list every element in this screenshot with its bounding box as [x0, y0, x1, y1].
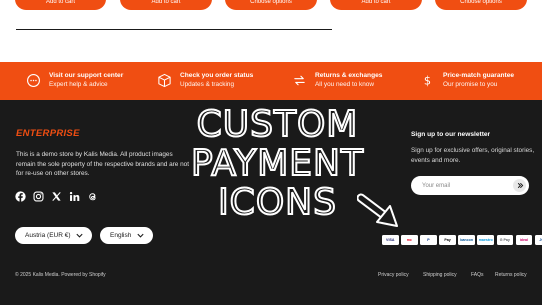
- overlay-line: ICONS: [217, 182, 337, 223]
- product-grid-section: Add to cart Add to cart Choose options A…: [0, 0, 542, 62]
- payment-card-icon: ideal: [515, 235, 533, 245]
- choose-options-button[interactable]: Choose options: [435, 0, 527, 10]
- payment-card-icon: bancon: [458, 235, 475, 245]
- dollar-icon: $: [419, 73, 435, 89]
- country-select[interactable]: Austria (EUR €): [15, 227, 92, 244]
- facebook-icon[interactable]: [15, 191, 26, 202]
- payment-icons: VISAmcPPaybanconmaestroG PayidealJCB: [382, 235, 542, 245]
- copyright-text: © 2025 Kalis Media. Powered by Shopify: [15, 272, 106, 278]
- language-select[interactable]: English: [100, 227, 153, 244]
- feature-title: Check you order status: [180, 72, 254, 79]
- linkedin-icon[interactable]: [69, 191, 80, 202]
- chevron-down-icon: [136, 231, 145, 242]
- add-to-cart-button[interactable]: Add to cart: [330, 0, 422, 10]
- feature-subtitle: Our promise to you: [443, 81, 498, 88]
- feature-returns[interactable]: Returns & exchanges All you need to know: [291, 71, 382, 90]
- returns-icon: [291, 73, 307, 89]
- payment-card-icon: G Pay: [496, 235, 514, 245]
- box-icon: [156, 73, 172, 89]
- social-links: [15, 191, 98, 202]
- payment-card-icon: VISA: [382, 235, 399, 245]
- newsletter-title: Sign up to our newsletter: [411, 131, 491, 138]
- feature-order-status[interactable]: Check you order status Updates & trackin…: [156, 71, 253, 90]
- feature-subtitle: Expert help & advice: [49, 81, 108, 88]
- x-icon[interactable]: [51, 191, 62, 202]
- privacy-policy-link[interactable]: Privacy policy: [378, 272, 409, 278]
- chevron-down-icon: [75, 231, 84, 242]
- overlay-line: PAYMENT: [190, 143, 364, 184]
- payment-card-icon: JCB: [534, 235, 542, 245]
- feature-subtitle: Updates & tracking: [180, 81, 234, 88]
- brand-logo[interactable]: ENTERPRISE: [16, 128, 80, 139]
- payment-card-icon: maestro: [477, 235, 494, 245]
- add-to-cart-button[interactable]: Add to cart: [120, 0, 212, 10]
- payment-card-icon: P: [420, 235, 437, 245]
- overlay-caption: CUSTOM PAYMENT ICONS: [180, 104, 375, 223]
- payment-card-icon: mc: [401, 235, 418, 245]
- feature-title: Returns & exchanges: [315, 72, 383, 79]
- shipping-policy-link[interactable]: Shipping policy: [423, 272, 457, 278]
- arrow-icon: [356, 192, 403, 237]
- returns-policy-link[interactable]: Returns policy: [495, 272, 527, 278]
- country-select-value: Austria (EUR €): [25, 232, 71, 239]
- about-text: This is a demo store by Kalis Media. All…: [16, 151, 190, 177]
- feature-support[interactable]: Visit our support center Expert help & a…: [25, 71, 123, 90]
- threads-icon[interactable]: [87, 191, 98, 202]
- subscribe-button[interactable]: [513, 179, 526, 192]
- scroll-progress-bar: [16, 29, 332, 30]
- add-to-cart-button[interactable]: Add to cart: [15, 0, 106, 10]
- language-select-value: English: [110, 232, 132, 239]
- footer: ENTERPRISE This is a demo store by Kalis…: [0, 100, 542, 305]
- feature-subtitle: All you need to know: [315, 81, 374, 88]
- feature-band: Visit our support center Expert help & a…: [0, 62, 542, 100]
- choose-options-button[interactable]: Choose options: [225, 0, 317, 10]
- overlay-line: CUSTOM: [196, 104, 359, 145]
- newsletter-text: Sign up for exclusive offers, original s…: [411, 147, 535, 164]
- email-field[interactable]: Your email: [411, 176, 529, 195]
- page: Add to cart Add to cart Choose options A…: [0, 0, 542, 305]
- email-placeholder: Your email: [422, 182, 451, 189]
- feature-price-match[interactable]: $ Price-match guarantee Our promise to y…: [419, 71, 514, 90]
- svg-text:$: $: [423, 75, 430, 88]
- instagram-icon[interactable]: [33, 191, 44, 202]
- feature-title: Visit our support center: [49, 72, 124, 79]
- chat-icon: [25, 73, 41, 89]
- faqs-link[interactable]: FAQs: [471, 272, 484, 278]
- payment-card-icon: Pay: [439, 235, 456, 245]
- feature-title: Price-match guarantee: [443, 72, 515, 79]
